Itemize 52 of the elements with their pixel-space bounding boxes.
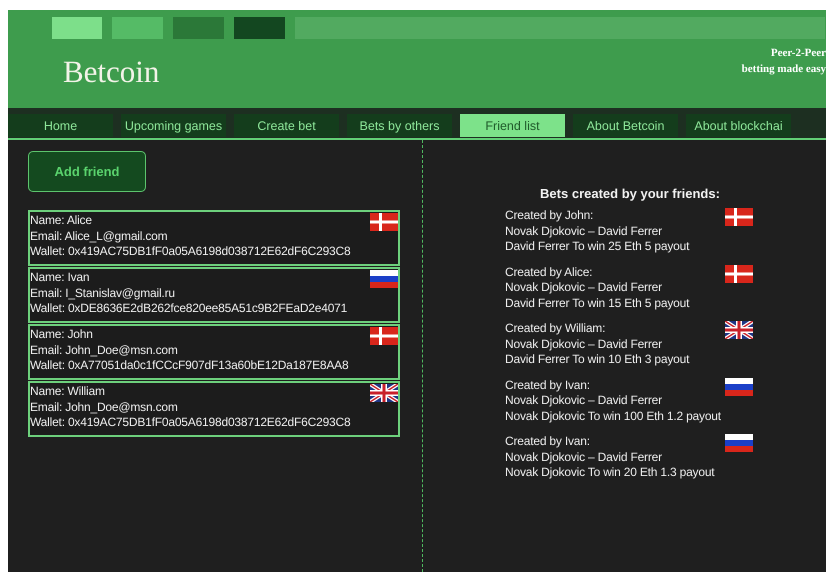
bet-match: Novak Djokovic – David Ferrer bbox=[505, 450, 663, 465]
friend-email: Email: Alice_L@gmail.com bbox=[30, 228, 168, 244]
nav-tab[interactable]: About Betcoin bbox=[573, 114, 678, 137]
friend-wallet: Wallet: 0x419AC75DB1fF0a05A6198d038712E62dF6C293C8 bbox=[30, 415, 350, 430]
color-swatch bbox=[234, 17, 285, 39]
friend-wallet: Wallet: 0xA77051da0c1fCCcF907dF13a60bE12Da187E8AA8 bbox=[30, 358, 348, 374]
bet-creator: Created by William: bbox=[505, 321, 606, 336]
bet-creator: Created by John: bbox=[505, 208, 594, 224]
friend-name: Name: John bbox=[30, 327, 94, 342]
friend-wallet: Wallet: 0xDE8636E2dB262fce820ee85A51c9B2FEaD2e4071 bbox=[30, 301, 348, 316]
bet-terms: David Ferrer To win 10 Eth 3 payout bbox=[505, 352, 690, 368]
bet-terms: David Ferrer To win 15 Eth 5 payout bbox=[505, 296, 690, 311]
tagline: Peer-2-Peer bbox=[770, 46, 826, 61]
flag-icon bbox=[370, 384, 398, 402]
bet-creator: Created by Ivan: bbox=[505, 378, 591, 393]
color-swatch bbox=[173, 17, 224, 39]
flag-icon bbox=[725, 378, 753, 396]
flag-icon bbox=[725, 434, 753, 452]
bet-creator: Created by Ivan: bbox=[505, 434, 591, 450]
flag-icon bbox=[725, 264, 753, 282]
friend-name: Name: Ivan bbox=[30, 270, 90, 286]
nav-tab[interactable]: About blockchai bbox=[686, 114, 791, 137]
bet-match: Novak Djokovic – David Ferrer bbox=[505, 224, 663, 239]
friend-name: Name: Alice bbox=[30, 213, 93, 228]
nav-tab[interactable]: Bets by others bbox=[347, 114, 452, 137]
add-friend-button[interactable]: Add friend bbox=[28, 151, 146, 192]
friend-wallet: Wallet: 0x419AC75DB1fF0a05A6198d038712E62dF6C293C8 bbox=[30, 244, 350, 260]
friend-name: Name: William bbox=[30, 384, 106, 400]
friend-email: Email: John_Doe@msn.com bbox=[30, 342, 179, 358]
flag-icon bbox=[725, 208, 753, 226]
color-swatch bbox=[52, 17, 102, 39]
nav-tab[interactable]: Friend list bbox=[460, 114, 565, 137]
bet-match: Novak Djokovic – David Ferrer bbox=[505, 336, 663, 352]
bets-heading: Bets created by your friends: bbox=[539, 186, 721, 201]
color-swatch bbox=[112, 17, 163, 39]
friend-email: Email: I_Stanislav@gmail.ru bbox=[30, 286, 176, 301]
bet-creator: Created by Alice: bbox=[505, 264, 594, 280]
flag-icon bbox=[370, 213, 398, 231]
bet-match: Novak Djokovic – David Ferrer bbox=[505, 393, 663, 408]
bet-terms: Novak Djokovic To win 100 Eth 1.2 payout bbox=[505, 408, 721, 424]
flag-icon bbox=[370, 327, 398, 345]
nav-tab[interactable]: Home bbox=[8, 114, 113, 137]
bet-match: Novak Djokovic – David Ferrer bbox=[505, 280, 663, 296]
friend-email: Email: John_Doe@msn.com bbox=[30, 400, 179, 415]
nav-tab[interactable]: Create bet bbox=[234, 114, 339, 137]
site-logo: Betcoin bbox=[62, 53, 160, 90]
bet-terms: David Ferrer To win 25 Eth 5 payout bbox=[505, 239, 690, 254]
tagline: betting made easy bbox=[742, 62, 826, 77]
bet-terms: Novak Djokovic To win 20 Eth 1.3 payout bbox=[505, 465, 714, 480]
flag-icon bbox=[370, 270, 398, 288]
nav-tab[interactable]: Upcoming games bbox=[121, 114, 226, 137]
flag-icon bbox=[725, 321, 753, 339]
